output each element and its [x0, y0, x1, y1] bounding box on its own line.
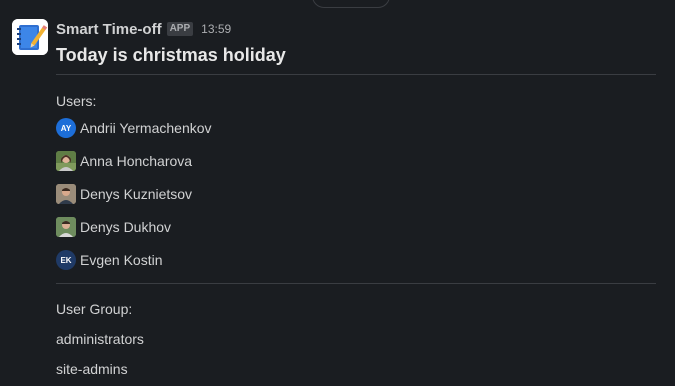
divider [56, 74, 656, 75]
user-item[interactable]: Denys Dukhov [56, 217, 171, 237]
user-name[interactable]: Anna Honcharova [80, 153, 192, 169]
avatar [56, 184, 76, 204]
new-messages-pill[interactable] [312, 0, 390, 8]
avatar [56, 151, 76, 171]
message-header: Smart Time-off APP 13:59 [56, 20, 231, 38]
avatar: AY [56, 118, 76, 138]
message-view: Smart Time-off APP 13:59 Today is christ… [0, 0, 675, 386]
user-name[interactable]: Evgen Kostin [80, 252, 163, 268]
users-label: Users: [56, 93, 97, 109]
message-title: Today is christmas holiday [56, 45, 286, 65]
user-item[interactable]: Denys Kuznietsov [56, 184, 192, 204]
group-item: administrators [56, 331, 144, 347]
app-name-link[interactable]: Smart Time-off [56, 21, 162, 38]
notebook-pencil-icon[interactable] [12, 19, 48, 55]
app-badge: APP [166, 22, 194, 36]
avatar [56, 217, 76, 237]
user-item[interactable]: AY Andrii Yermachenkov [56, 118, 212, 138]
message-timestamp[interactable]: 13:59 [201, 22, 231, 36]
user-name[interactable]: Denys Kuznietsov [80, 186, 192, 202]
user-group-label: User Group: [56, 301, 133, 317]
group-item: site-admins [56, 361, 128, 377]
user-name[interactable]: Denys Dukhov [80, 219, 171, 235]
user-item[interactable]: Anna Honcharova [56, 151, 192, 171]
user-name[interactable]: Andrii Yermachenkov [80, 120, 212, 136]
user-item[interactable]: EK Evgen Kostin [56, 250, 163, 270]
divider [56, 283, 656, 284]
avatar: EK [56, 250, 76, 270]
